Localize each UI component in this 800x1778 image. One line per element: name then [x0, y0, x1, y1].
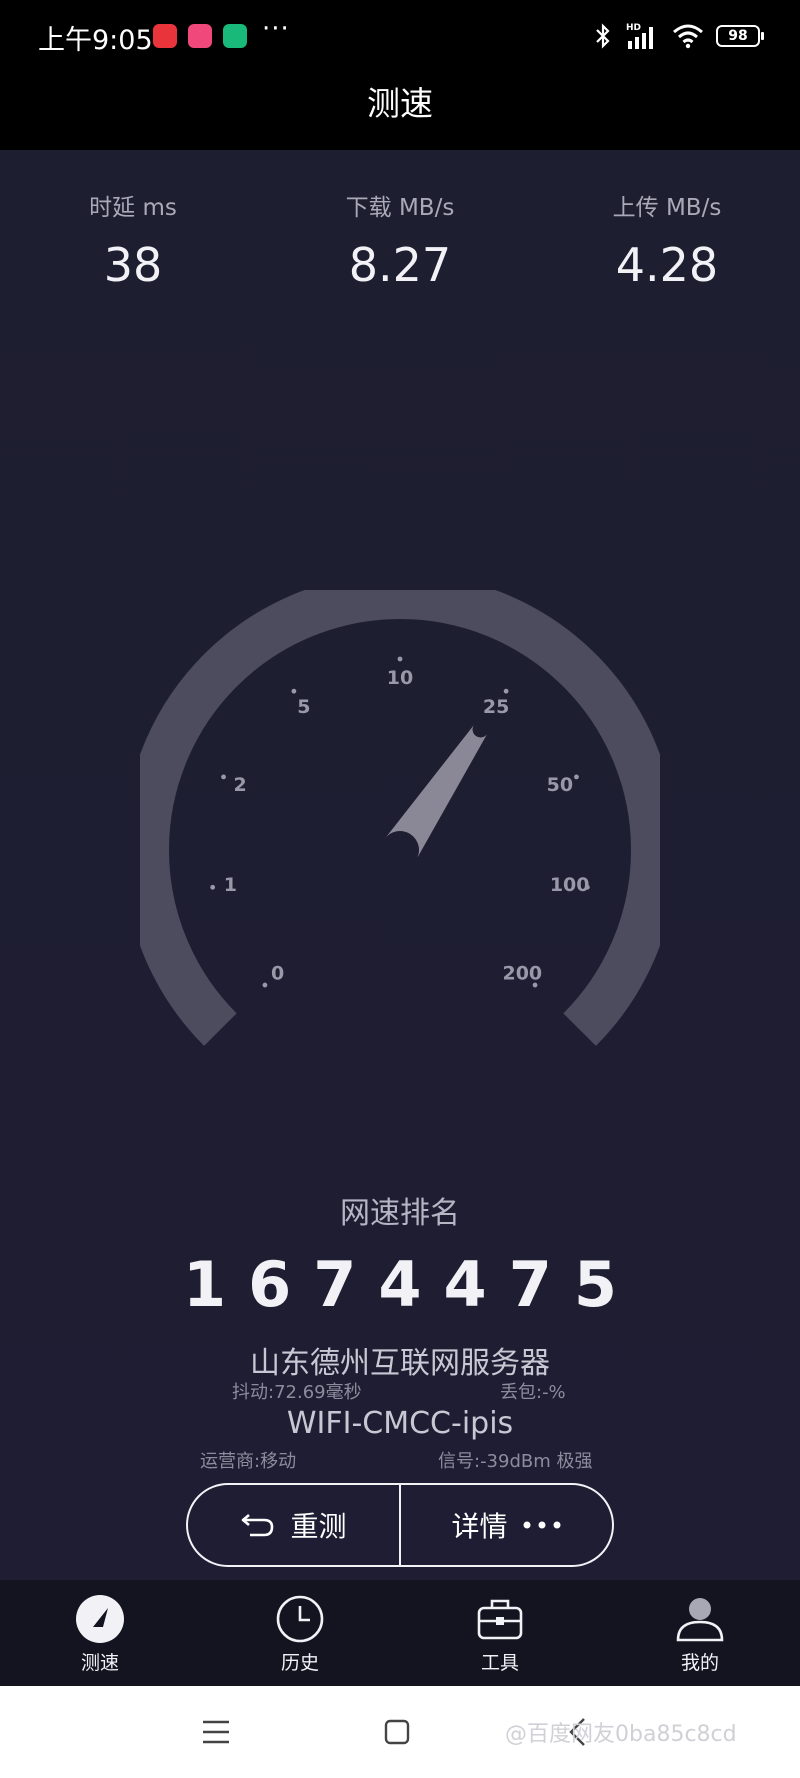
tab-profile[interactable]: 我的 [600, 1580, 800, 1686]
gauge-tick-label: 2 [234, 774, 247, 796]
speedometer-icon [76, 1595, 124, 1643]
more-notifications-icon: ··· [262, 14, 290, 44]
download-metric: 下载 MB/s 8.27 [267, 188, 533, 292]
gauge-tick-dot [262, 982, 268, 988]
status-bar: 上午9:05 ··· HD 98 [0, 0, 800, 72]
gauge-tick-dot [397, 656, 403, 662]
status-time: 上午9:05 [38, 25, 153, 56]
gauge-tick-label: 25 [483, 696, 509, 718]
retest-label: 重测 [290, 1510, 347, 1543]
tab-history[interactable]: 历史 [200, 1580, 400, 1686]
battery-icon: 98 [716, 25, 764, 47]
gauge-tick-label: 1 [224, 874, 237, 896]
tab-profile-label: 我的 [680, 1652, 719, 1674]
home-nav-button[interactable] [357, 1686, 437, 1778]
gauge-needle [384, 724, 488, 861]
more-dots-icon [523, 1521, 560, 1529]
tab-tools-label: 工具 [480, 1652, 519, 1674]
retest-button[interactable]: 重测 [188, 1485, 399, 1565]
operator-text: 运营商:移动 [200, 1451, 297, 1472]
gauge-tick-label: 5 [297, 696, 310, 718]
menu-icon [203, 1720, 229, 1744]
gauge-needle-shape [384, 724, 488, 861]
latency-value: 38 [103, 238, 163, 292]
jitter-text: 抖动:72.69毫秒 [232, 1382, 362, 1403]
gauge-tick-label: 100 [550, 874, 590, 896]
speed-gauge: 0125102550100200 [140, 590, 660, 1046]
server-name: 山东德州互联网服务器 [250, 1346, 550, 1381]
gauge-tick-dot [503, 688, 509, 694]
gauge-tick-dot [210, 884, 216, 890]
wifi-icon [673, 24, 703, 49]
red-app-icon [153, 24, 177, 48]
ranking-label: 网速排名 [340, 1196, 460, 1231]
details-label: 详情 [451, 1510, 508, 1543]
hd-label: HD [626, 23, 641, 33]
bluetooth-icon [596, 23, 610, 49]
gauge-tick-label: 50 [547, 774, 573, 796]
upload-metric: 上传 MB/s 4.28 [534, 188, 800, 292]
speedtest-panel: 时延 ms 38 下载 MB/s 8.27 上传 MB/s 4.28 01251… [0, 150, 800, 1580]
user-icon [676, 1598, 724, 1642]
details-button[interactable]: 详情 [401, 1485, 612, 1565]
packet-loss-text: 丢包:-% [500, 1382, 566, 1403]
page-title: 测速 [0, 72, 800, 150]
gauge-tick-label: 0 [271, 962, 284, 984]
clock-icon [276, 1595, 324, 1643]
signal-text: 信号:-39dBm 极强 [438, 1451, 593, 1472]
cellular-signal-icon: HD [626, 23, 653, 49]
upload-label: 上传 MB/s [612, 195, 722, 221]
gauge-tick-dot [291, 688, 297, 694]
latency-metric: 时延 ms 38 [0, 188, 266, 292]
watermark: @百度网友0ba85c8cd [505, 1722, 737, 1747]
menu-nav-button[interactable] [176, 1686, 256, 1778]
tab-speedtest[interactable]: 测速 [0, 1580, 200, 1686]
status-indicators: HD 98 [594, 18, 764, 54]
ranking-value: 1674475 [183, 1248, 639, 1321]
gauge-tick-dot [574, 774, 579, 780]
toolbox-icon [477, 1599, 523, 1640]
download-value: 8.27 [348, 238, 452, 292]
tab-history-label: 历史 [280, 1652, 319, 1674]
latency-label: 时延 ms [89, 195, 177, 221]
tab-tools[interactable]: 工具 [400, 1580, 600, 1686]
network-name: WIFI-CMCC-ipis [286, 1406, 514, 1441]
gauge-tick-dot [221, 774, 226, 780]
home-square-icon [384, 1719, 410, 1745]
pink-app-icon [188, 24, 212, 48]
retest-icon [242, 1514, 274, 1537]
upload-value: 4.28 [615, 238, 719, 292]
gauge-tick-label: 10 [387, 667, 413, 689]
gauge-tick-label: 200 [502, 962, 542, 984]
download-label: 下载 MB/s [345, 195, 455, 221]
bottom-tab-bar: 测速 历史 工具 我的 [0, 1580, 800, 1686]
action-buttons: 重测 详情 [186, 1483, 614, 1567]
tab-speedtest-label: 测速 [80, 1652, 119, 1674]
green-shield-app-icon [223, 24, 247, 48]
